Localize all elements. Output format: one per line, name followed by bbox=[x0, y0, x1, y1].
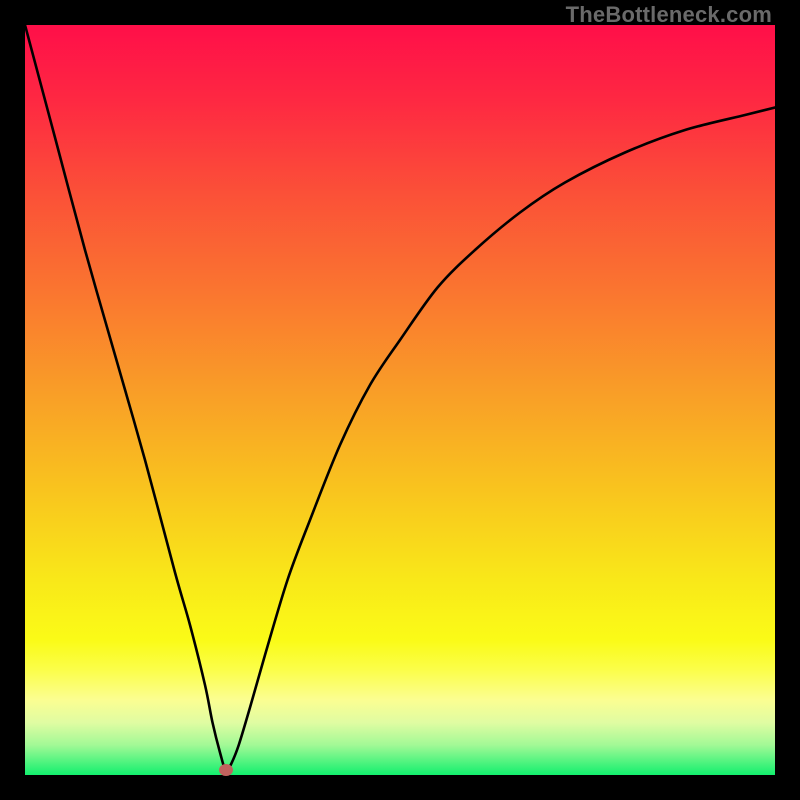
watermark-text: TheBottleneck.com bbox=[566, 2, 772, 28]
optimum-marker-dot bbox=[219, 764, 233, 776]
bottleneck-curve bbox=[25, 25, 775, 775]
plot-frame bbox=[25, 25, 775, 775]
